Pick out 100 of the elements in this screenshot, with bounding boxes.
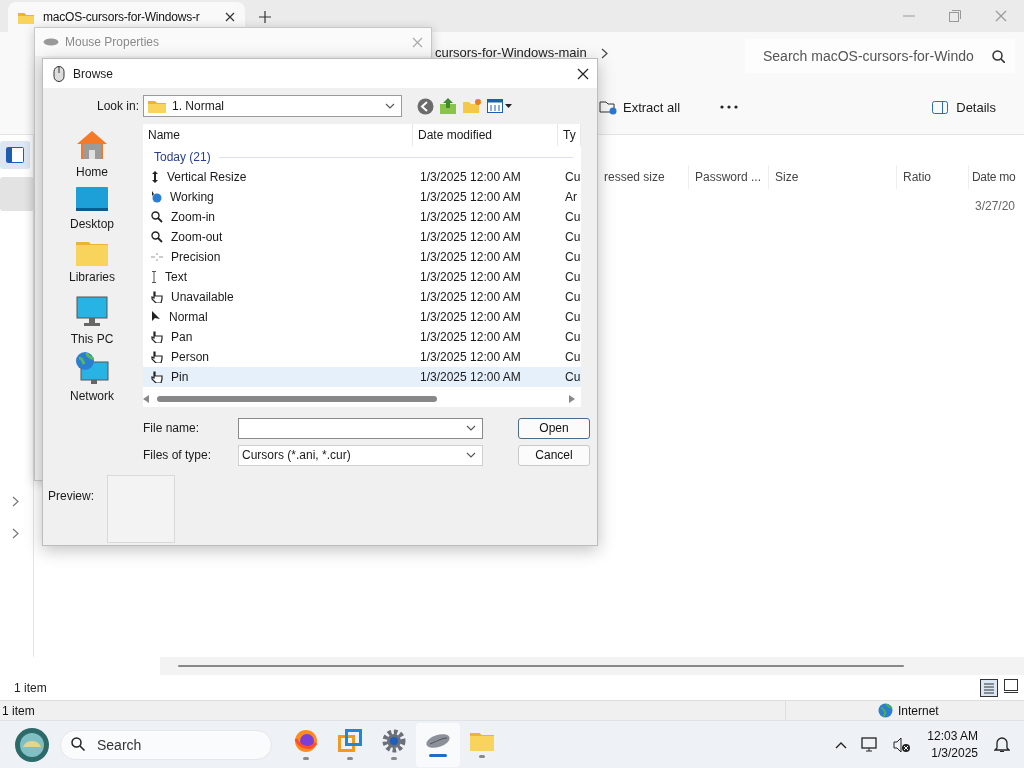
file-row[interactable]: Pin 1/3/2025 12:00 AM Cu — [143, 367, 581, 387]
expand-chevron-icon — [12, 528, 19, 539]
file-type-dropdown[interactable]: Cursors (*.ani, *.cur) — [238, 444, 483, 466]
hand-cursor-icon — [151, 351, 163, 363]
file-row[interactable]: Zoom-in 1/3/2025 12:00 AM Cu — [143, 207, 581, 227]
file-row[interactable]: Unavailable 1/3/2025 12:00 AM Cu — [143, 287, 581, 307]
look-in-dropdown[interactable]: 1. Normal — [143, 95, 402, 117]
file-row[interactable]: Precision 1/3/2025 12:00 AM Cu — [143, 247, 581, 267]
details-button[interactable]: Details — [928, 95, 1000, 119]
column-header[interactable]: Password ... — [688, 165, 768, 189]
crosshair-cursor-icon — [151, 253, 163, 261]
search-icon — [71, 736, 87, 753]
expand-chevron-icon — [12, 496, 19, 507]
globe-icon — [878, 703, 893, 718]
taskbar-app[interactable] — [416, 722, 460, 767]
preview-box — [107, 475, 175, 543]
text-cursor-icon — [151, 271, 157, 283]
file-row[interactable]: Person 1/3/2025 12:00 AM Cu — [143, 347, 581, 367]
scroll-right-icon[interactable] — [569, 395, 575, 403]
folder-extract-icon — [599, 99, 617, 115]
list-view-icon[interactable] — [980, 678, 998, 697]
more-icon[interactable] — [720, 105, 739, 109]
mouse-icon — [43, 37, 59, 47]
hand-cursor-icon — [151, 291, 163, 303]
file-row[interactable]: Pan 1/3/2025 12:00 AM Cu — [143, 327, 581, 347]
group-header[interactable]: Today (21) — [154, 150, 211, 164]
desktop-icon — [76, 184, 108, 213]
file-row[interactable]: Text 1/3/2025 12:00 AM Cu — [143, 267, 581, 287]
monitor-icon — [76, 295, 108, 328]
search-field[interactable]: Search — [60, 729, 272, 760]
speaker-muted-icon[interactable] — [893, 736, 912, 753]
house-icon — [76, 129, 108, 161]
close-icon[interactable] — [577, 67, 589, 80]
status-text: 1 item — [2, 703, 35, 718]
open-button[interactable]: Open — [518, 417, 590, 439]
dialog-title: Browse — [73, 66, 114, 81]
window-title: Mouse Properties — [65, 35, 161, 49]
file-name-field[interactable] — [238, 417, 483, 439]
status-text: 1 item — [14, 680, 47, 695]
column-header[interactable]: Ty — [558, 124, 581, 146]
extract-button[interactable]: Extract all — [597, 95, 683, 119]
tile-view-icon[interactable] — [1004, 678, 1018, 693]
hand-cursor-icon — [151, 371, 163, 383]
cancel-button[interactable]: Cancel — [518, 444, 590, 466]
search-field[interactable]: Search macOS-cursors-for-Windo — [745, 39, 1015, 73]
mouse-icon[interactable] — [425, 732, 451, 750]
places-item[interactable]: Network — [52, 351, 132, 407]
folder-icon — [18, 10, 34, 24]
mouse-icon — [53, 65, 65, 82]
folder-icon — [148, 99, 166, 113]
arrow-cursor-icon — [151, 311, 161, 323]
panel-icon — [6, 147, 24, 163]
file-row[interactable]: Normal 1/3/2025 12:00 AM Cu — [143, 307, 581, 327]
places-item[interactable]: This PC — [52, 295, 132, 352]
resize-cursor-icon — [151, 171, 159, 183]
scrollbar-thumb[interactable] — [157, 396, 437, 402]
hand-cursor-icon — [151, 331, 163, 343]
firefox-icon[interactable] — [294, 729, 318, 753]
globe-monitor-icon — [75, 351, 109, 386]
new-folder-icon[interactable] — [462, 98, 482, 114]
shell-logo-icon[interactable] — [14, 726, 50, 763]
field-label: Preview: — [48, 488, 94, 505]
places-item[interactable]: Desktop — [52, 184, 132, 241]
field-label: Look in: — [96, 99, 141, 113]
column-header[interactable]: Name — [143, 124, 413, 146]
places-item[interactable]: Home — [52, 129, 132, 185]
nav-pane-button[interactable] — [0, 141, 30, 169]
field-label: Files of type: — [143, 448, 213, 462]
view-menu-icon[interactable] — [487, 99, 513, 113]
squares-icon[interactable] — [338, 729, 362, 753]
folder-icon — [76, 240, 108, 267]
search-icon — [992, 49, 1005, 63]
file-row[interactable]: Working 1/3/2025 12:00 AM Ar — [143, 187, 581, 207]
column-header[interactable]: Size — [768, 165, 896, 189]
places-item[interactable]: Libraries — [52, 240, 132, 296]
file-row[interactable]: Vertical Resize 1/3/2025 12:00 AM Cu — [143, 167, 581, 187]
chevron-icon — [600, 47, 608, 59]
zone-label: Internet — [898, 703, 939, 718]
column-header[interactable]: Ratio — [896, 165, 968, 189]
file-row[interactable]: Zoom-out 1/3/2025 12:00 AM Cu — [143, 227, 581, 247]
details-pane-icon — [932, 100, 949, 114]
table-cell-text: 3/27/20 — [974, 198, 1017, 215]
monitor-icon[interactable] — [861, 736, 880, 753]
scroll-left-icon[interactable] — [143, 395, 149, 403]
column-header[interactable]: Date mo — [968, 165, 1024, 189]
clock[interactable]: 12:03 AM 1/3/2025 — [925, 727, 980, 762]
magnifier-cursor-icon — [151, 211, 163, 223]
caret-up-icon[interactable] — [835, 740, 848, 749]
back-icon[interactable] — [417, 97, 434, 115]
gear-icon[interactable] — [382, 729, 406, 753]
new-tab-icon[interactable] — [259, 11, 271, 23]
breadcrumb-item[interactable]: cursors-for-Windows-main — [433, 46, 589, 60]
spinner-cursor-icon — [151, 191, 162, 203]
column-header[interactable]: Date modified — [413, 124, 558, 146]
scrollbar-thumb[interactable] — [178, 665, 904, 667]
tab-close-icon[interactable] — [225, 12, 235, 22]
bell-icon[interactable] — [994, 736, 1010, 753]
up-folder-icon[interactable] — [439, 97, 457, 115]
field-label: File name: — [143, 421, 201, 435]
magnifier-cursor-icon — [151, 231, 163, 243]
